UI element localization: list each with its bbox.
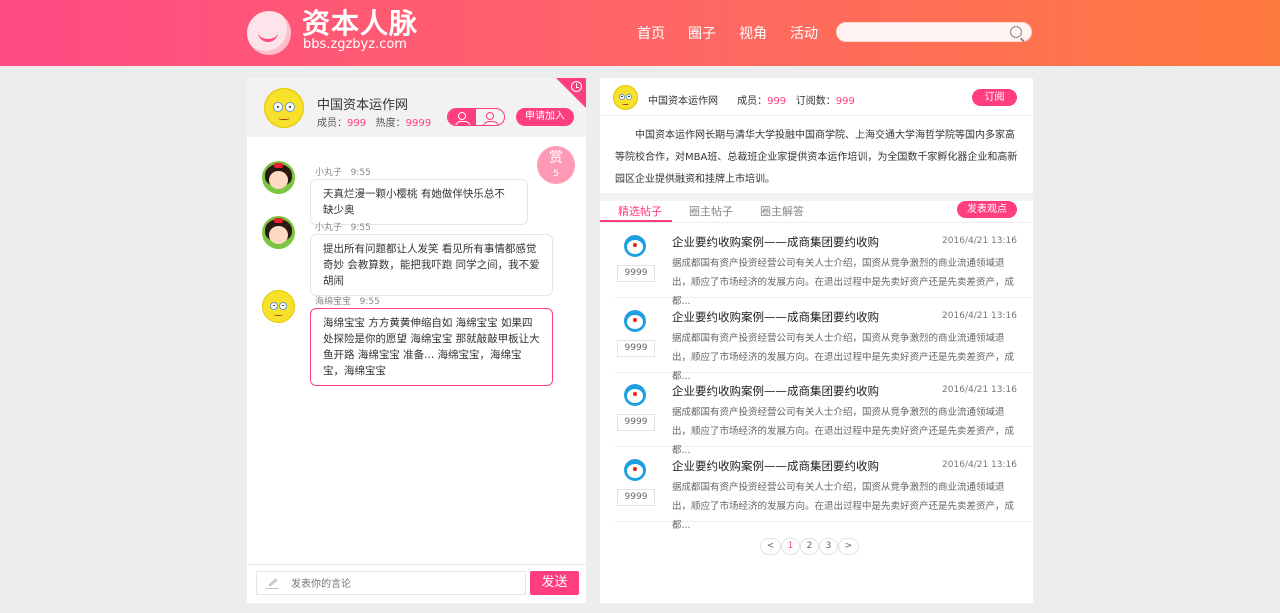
clock-icon[interactable] [571,81,582,92]
post-avatar [624,235,646,257]
message-bubble: 天真烂漫一颗小樱桃 有她做伴快乐总不缺少奥 [310,179,528,225]
next-page-button[interactable]: > [838,538,859,555]
page-3-button[interactable]: 3 [819,538,838,555]
post-title[interactable]: 企业要约收购案例——成商集团要约收购 [672,309,879,325]
list-item[interactable]: 9999 企业要约收购案例——成商集团要约收购 2016/4/21 13:16 … [615,373,1033,456]
list-item[interactable]: 9999 企业要约收购案例——成商集团要约收购 2016/4/21 13:16 … [615,448,1033,531]
tab-owner-answers[interactable]: 圈主解答 [760,203,804,219]
send-button[interactable]: 发送 [530,571,579,595]
chat-group-name: 中国资本运作网 [317,98,409,113]
group-avatar[interactable] [264,88,304,128]
active-tab-indicator [600,220,672,222]
heat-count: 9999 [405,118,432,129]
view-count: 9999 [617,265,655,282]
group-panel: 中国资本运作网 成员：999 订阅数：999 订阅 中国资本运作网长期与清华大学… [600,78,1033,603]
message-meta: 小丸子 9:55 [315,223,371,233]
member-view-toggle [447,108,505,126]
post-tabs: 精选帖子 圈主帖子 圈主解答 发表观点 [600,193,1033,223]
members-count: 999 [347,118,367,129]
join-group-button[interactable]: 申请加入 [516,108,574,126]
post-date: 2016/4/21 13:16 [942,236,1017,246]
message-input[interactable] [291,576,521,592]
avatar[interactable] [262,290,295,323]
members-icon[interactable] [448,109,476,125]
logo-url: bbs.zgzbyz.com [303,37,407,52]
pencil-icon [266,577,278,589]
group-info: 中国资本运作网 成员：999 订阅数：999 [648,96,855,107]
composer-field [256,571,526,595]
avatar[interactable] [262,161,295,194]
view-count: 9999 [617,414,655,431]
view-count: 9999 [617,489,655,506]
nav-item-circles[interactable]: 圈子 [688,23,716,43]
post-title[interactable]: 企业要约收购案例——成商集团要约收购 [672,234,879,250]
post-date: 2016/4/21 13:16 [942,385,1017,395]
avatar[interactable] [262,216,295,249]
group-avatar[interactable] [613,85,638,110]
message-bubble: 海绵宝宝 方方黄黄伸缩自如 海绵宝宝 如果四处探险是你的愿望 海绵宝宝 那就敲敲… [310,308,553,386]
message-composer: 发送 [247,564,586,603]
message-bubble: 提出所有问题都让人发笑 看见所有事情都感觉奇妙 会教算数，能把我吓跑 同学之间，… [310,234,553,296]
list-item[interactable]: 9999 企业要约收购案例——成商集团要约收购 2016/4/21 13:16 … [615,299,1033,382]
search-box [836,22,1032,42]
post-date: 2016/4/21 13:16 [942,460,1017,470]
tab-featured[interactable]: 精选帖子 [618,203,662,219]
post-opinion-button[interactable]: 发表观点 [957,201,1017,218]
main-nav: 首页 圈子 视角 活动 [637,23,841,43]
pagination: < 1 2 3 > [760,538,859,555]
nav-item-home[interactable]: 首页 [637,23,665,43]
post-title[interactable]: 企业要约收购案例——成商集团要约收购 [672,383,879,399]
tab-owner-posts[interactable]: 圈主帖子 [689,203,733,219]
list-item[interactable]: 9999 企业要约收购案例——成商集团要约收购 2016/4/21 13:16 … [615,224,1033,307]
page-2-button[interactable]: 2 [800,538,819,555]
reward-badge[interactable]: 赏 5 [537,146,575,184]
page-1-button[interactable]: 1 [781,538,800,555]
subscriber-count: 999 [835,96,855,107]
message-meta: 海绵宝宝 9:55 [315,297,380,307]
message-meta: 小丸子 9:55 [315,168,371,178]
group-header: 中国资本运作网 成员：999 订阅数：999 订阅 [600,78,1033,116]
group-name: 中国资本运作网 [648,96,718,107]
view-count: 9999 [617,340,655,357]
search-icon[interactable] [1010,26,1022,38]
chat-group-header: 中国资本运作网 成员：999 热度：9999 申请加入 [247,78,586,137]
header-bar: 资本人脉 bbs.zgzbyz.com 首页 圈子 视角 活动 [0,0,1280,66]
post-avatar [624,310,646,332]
nav-item-events[interactable]: 活动 [790,23,818,43]
subscribe-button[interactable]: 订阅 [972,89,1017,106]
chat-panel: 中国资本运作网 成员：999 热度：9999 申请加入 赏 5 小丸子 9:55… [247,78,586,603]
logo-icon[interactable] [247,11,291,55]
chat-group-stats: 成员：999 热度：9999 [317,118,432,129]
search-input[interactable] [847,25,1007,39]
reward-count: 5 [553,169,559,179]
post-avatar [624,384,646,406]
logo-title[interactable]: 资本人脉 [302,9,418,39]
post-title[interactable]: 企业要约收购案例——成商集团要约收购 [672,458,879,474]
user-icon[interactable] [476,109,504,125]
nav-item-perspective[interactable]: 视角 [739,23,767,43]
post-excerpt: 据成都国有资产投资经营公司有关人士介绍，国资从竞争激烈的商业流通领域退出，顺应了… [672,482,1015,531]
prev-page-button[interactable]: < [760,538,781,555]
group-description: 中国资本运作网长期与清华大学投融中国商学院、上海交通大学海哲学院等国内多家高等院… [615,130,1018,185]
members-count: 999 [767,96,787,107]
post-avatar [624,459,646,481]
post-date: 2016/4/21 13:16 [942,311,1017,321]
